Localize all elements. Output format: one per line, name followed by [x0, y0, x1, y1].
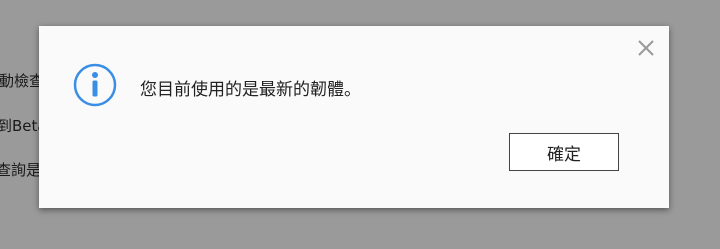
background-text-line-3: 查詢是: [0, 161, 42, 179]
info-dialog: 您目前使用的是最新的韌體。 確定: [39, 26, 669, 208]
info-circle-icon: [73, 63, 117, 107]
close-icon[interactable]: [637, 39, 655, 57]
dialog-message: 您目前使用的是最新的韌體。: [140, 80, 361, 100]
background-text-line-1: 動檢查: [0, 72, 45, 90]
ok-button[interactable]: 確定: [509, 133, 619, 171]
